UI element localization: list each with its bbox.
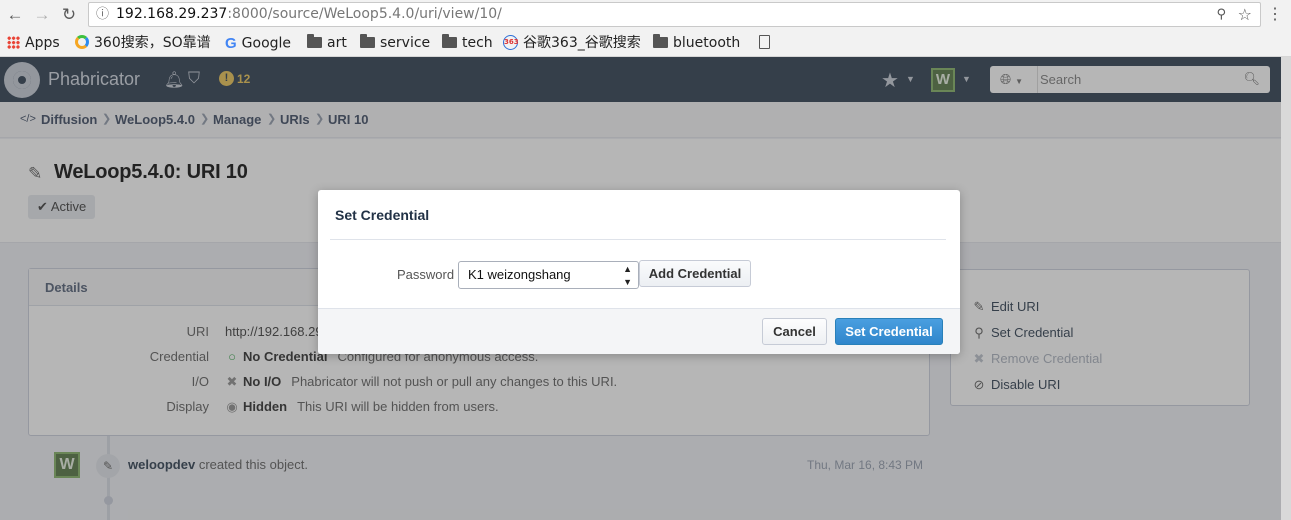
folder-icon [442, 33, 457, 48]
bookmark-service[interactable]: service [360, 33, 430, 54]
bookmark-document[interactable] [759, 33, 775, 54]
folder-icon [653, 33, 668, 48]
bookmark-google[interactable]: G Google [225, 33, 291, 54]
bookmarks-bar: Apps 360搜索，SO靠谱 G Google art service tech… [0, 30, 1291, 57]
url-host: 192.168.29.237 [116, 6, 228, 22]
363-logo-icon: 363 [503, 34, 519, 50]
bookmark-apps[interactable]: Apps [7, 33, 60, 54]
cancel-button[interactable]: Cancel [762, 318, 827, 345]
set-credential-dialog: Set Credential Password K1 weizongshang … [318, 190, 960, 354]
phabricator-page: Phabricator 🔔︎ ⛉ ! 12 ★ ▼ W ▼ 🌐︎ ▼ 🔍︎ </… [0, 57, 1281, 520]
reload-icon[interactable]: ↻ [58, 4, 80, 26]
google-logo-icon: G [225, 35, 237, 52]
info-icon[interactable]: ⓘ [96, 3, 109, 26]
browser-menu-icon[interactable]: ⋮ [1267, 4, 1283, 26]
browser-toolbar: ← → ↻ ⓘ 192.168.29.237:8000/source/WeLoo… [0, 0, 1291, 30]
bookmark-tech[interactable]: tech [442, 33, 493, 54]
url-path: :8000/source/WeLoop5.4.0/uri/view/10/ [227, 6, 502, 22]
window-scrollbar[interactable] [1281, 57, 1291, 520]
bookmark-360[interactable]: 360搜索，SO靠谱 [75, 33, 211, 54]
dialog-footer: Cancel Set Credential [318, 308, 960, 354]
add-credential-button[interactable]: Add Credential [639, 260, 751, 287]
forward-icon[interactable]: → [31, 4, 53, 26]
bookmark-bluetooth[interactable]: bluetooth [653, 33, 740, 54]
document-icon [759, 35, 770, 49]
password-label: Password [397, 267, 455, 282]
bookmark-star-icon[interactable]: ☆ [1238, 3, 1252, 26]
bookmark-363[interactable]: 363 谷歌363_谷歌搜索 [503, 33, 640, 54]
folder-icon [307, 33, 322, 48]
address-bar[interactable]: ⓘ 192.168.29.237:8000/source/WeLoop5.4.0… [88, 2, 1261, 27]
credential-select[interactable]: K1 weizongshang ▲ ▼ [458, 261, 639, 289]
key-icon[interactable]: ⚲ [1216, 3, 1226, 26]
back-icon[interactable]: ← [4, 4, 26, 26]
set-credential-button[interactable]: Set Credential [835, 318, 943, 345]
folder-icon [360, 33, 375, 48]
dialog-title: Set Credential [335, 207, 430, 223]
dialog-divider [330, 239, 946, 240]
360-logo-icon [75, 35, 89, 49]
bookmark-art[interactable]: art [307, 33, 347, 54]
apps-grid-icon [7, 35, 20, 49]
select-arrows-icon: ▲ ▼ [623, 264, 632, 287]
